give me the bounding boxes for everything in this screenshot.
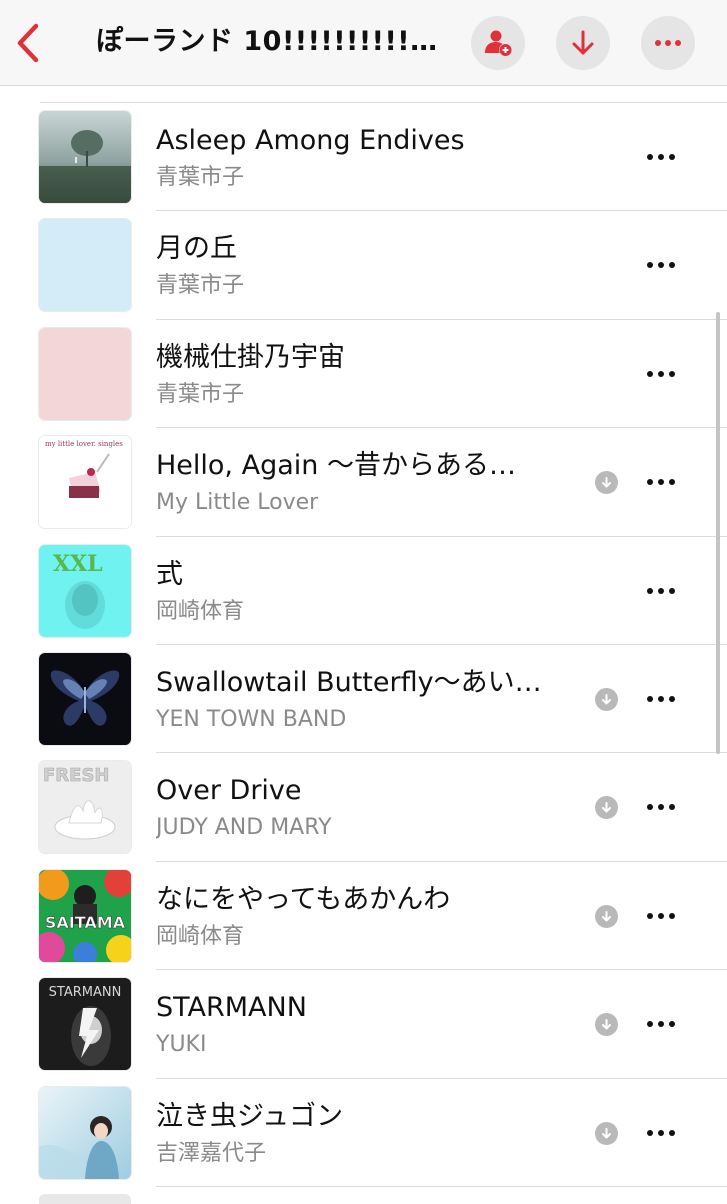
song-artist: 岡崎体育 bbox=[156, 598, 245, 624]
person-add-icon bbox=[485, 30, 512, 56]
back-button[interactable] bbox=[10, 18, 50, 68]
album-art-caption: STARMANN bbox=[49, 985, 122, 1000]
song-list: Asleep Among Endives 青葉市子 月の丘 青葉市子 機械仕掛乃… bbox=[0, 103, 727, 1187]
song-row[interactable]: 月の丘 青葉市子 bbox=[0, 211, 727, 320]
song-title: なにをやってもあかんわ bbox=[156, 883, 451, 915]
playlist-title: ぽーランド 10!!!!!!!!!!… bbox=[96, 26, 438, 57]
song-row[interactable]: 泣き虫ジュゴン 吉澤嘉代子 bbox=[0, 1079, 727, 1187]
song-title: 泣き虫ジュゴン bbox=[156, 1100, 344, 1132]
ellipsis-icon bbox=[647, 587, 675, 594]
song-row[interactable]: SAITAMA なにをやってもあかんわ 岡崎体育 bbox=[0, 862, 727, 971]
song-artist: My Little Lover bbox=[156, 490, 319, 516]
ellipsis-icon bbox=[647, 1129, 675, 1136]
album-art: XXL bbox=[39, 544, 131, 637]
scrollbar[interactable] bbox=[716, 312, 720, 754]
song-title: 月の丘 bbox=[156, 233, 237, 265]
song-row[interactable]: 機械仕掛乃宇宙 青葉市子 bbox=[0, 320, 727, 429]
song-more-button[interactable] bbox=[643, 143, 679, 171]
ellipsis-icon bbox=[647, 1021, 675, 1028]
downloaded-icon bbox=[595, 687, 618, 711]
song-title: Swallowtail Butterfly～あい… bbox=[156, 666, 542, 698]
chevron-left-icon bbox=[17, 23, 39, 63]
row-divider bbox=[156, 1185, 727, 1187]
ellipsis-icon bbox=[655, 40, 681, 46]
album-art-caption: SAITAMA bbox=[45, 913, 126, 932]
song-more-button[interactable] bbox=[643, 468, 679, 496]
album-art-pink-image bbox=[39, 327, 131, 420]
album-art-fresh-image: FRESH bbox=[39, 761, 131, 854]
downloaded-icon bbox=[595, 471, 618, 495]
song-artist: 青葉市子 bbox=[156, 381, 245, 407]
album-art: FRESH bbox=[39, 761, 131, 854]
album-art-cake-image: my little lover. singles bbox=[39, 436, 131, 529]
song-artist: 吉澤嘉代子 bbox=[156, 1140, 267, 1166]
album-art: STARMANN bbox=[39, 978, 131, 1071]
next-album-art-partial bbox=[39, 1194, 131, 1204]
ellipsis-icon bbox=[647, 804, 675, 811]
album-art-saitama-image: SAITAMA bbox=[39, 869, 131, 962]
downloaded-icon bbox=[595, 1121, 618, 1145]
song-title: Over Drive bbox=[156, 775, 302, 807]
album-art-butterfly-image bbox=[39, 652, 131, 745]
more-options-button[interactable] bbox=[641, 16, 695, 70]
song-artist: 青葉市子 bbox=[156, 273, 245, 299]
album-art-caption: my little lover. singles bbox=[45, 440, 123, 448]
album-art-caption: FRESH bbox=[43, 765, 109, 786]
song-more-button[interactable] bbox=[643, 793, 679, 821]
album-art-portrait-image bbox=[39, 1086, 131, 1179]
song-row[interactable]: Swallowtail Butterfly～あい… YEN TOWN BAND bbox=[0, 645, 727, 754]
song-more-button[interactable] bbox=[643, 685, 679, 713]
song-title: 機械仕掛乃宇宙 bbox=[156, 341, 345, 373]
song-artist: YUKI bbox=[156, 1032, 207, 1058]
album-art: SAITAMA bbox=[39, 869, 131, 962]
song-more-button[interactable] bbox=[643, 1119, 679, 1147]
song-more-button[interactable] bbox=[643, 577, 679, 605]
download-arrow-icon bbox=[572, 30, 594, 55]
song-more-button[interactable] bbox=[643, 902, 679, 930]
album-art bbox=[39, 1086, 131, 1179]
song-title: 式 bbox=[156, 558, 183, 590]
downloaded-icon bbox=[595, 1013, 618, 1037]
downloaded-icon bbox=[595, 904, 618, 928]
album-art-blue-image bbox=[39, 219, 131, 312]
song-row[interactable]: FRESH Over Drive JUDY AND MARY bbox=[0, 753, 727, 862]
song-row[interactable]: XXL 式 岡崎体育 bbox=[0, 537, 727, 645]
downloaded-icon bbox=[595, 796, 618, 820]
album-art bbox=[39, 327, 131, 420]
album-art bbox=[39, 219, 131, 312]
song-more-button[interactable] bbox=[643, 251, 679, 279]
song-more-button[interactable] bbox=[643, 1010, 679, 1038]
song-row[interactable]: my little lover. singles Hello, Again ～昔… bbox=[0, 428, 727, 537]
ellipsis-icon bbox=[647, 479, 675, 486]
song-artist: 青葉市子 bbox=[156, 165, 245, 190]
song-row[interactable]: STARMANN STARMANN YUKI bbox=[0, 970, 727, 1079]
song-artist: YEN TOWN BAND bbox=[156, 706, 347, 732]
song-artist: 岡崎体育 bbox=[156, 923, 245, 949]
album-art-xxl-image: XXL bbox=[39, 544, 131, 637]
song-title: Asleep Among Endives bbox=[156, 125, 465, 156]
album-art-starmann-image: STARMANN bbox=[39, 978, 131, 1071]
album-art-tree-image bbox=[39, 111, 131, 203]
ellipsis-icon bbox=[647, 912, 675, 919]
ellipsis-icon bbox=[647, 370, 675, 377]
ellipsis-icon bbox=[647, 262, 675, 269]
download-button[interactable] bbox=[556, 16, 610, 70]
add-collaborator-button[interactable] bbox=[471, 16, 525, 70]
ellipsis-icon bbox=[647, 154, 675, 160]
song-row[interactable]: Asleep Among Endives 青葉市子 bbox=[0, 103, 727, 212]
album-art bbox=[39, 111, 131, 203]
album-art-caption: XXL bbox=[53, 551, 103, 577]
song-more-button[interactable] bbox=[643, 360, 679, 388]
song-title: STARMANN bbox=[156, 992, 307, 1024]
nav-header: ぽーランド 10!!!!!!!!!!… bbox=[0, 0, 727, 86]
song-artist: JUDY AND MARY bbox=[156, 815, 332, 841]
ellipsis-icon bbox=[647, 695, 675, 702]
album-art: my little lover. singles bbox=[39, 436, 131, 529]
album-art bbox=[39, 652, 131, 745]
song-title: Hello, Again ～昔からある… bbox=[156, 450, 516, 482]
